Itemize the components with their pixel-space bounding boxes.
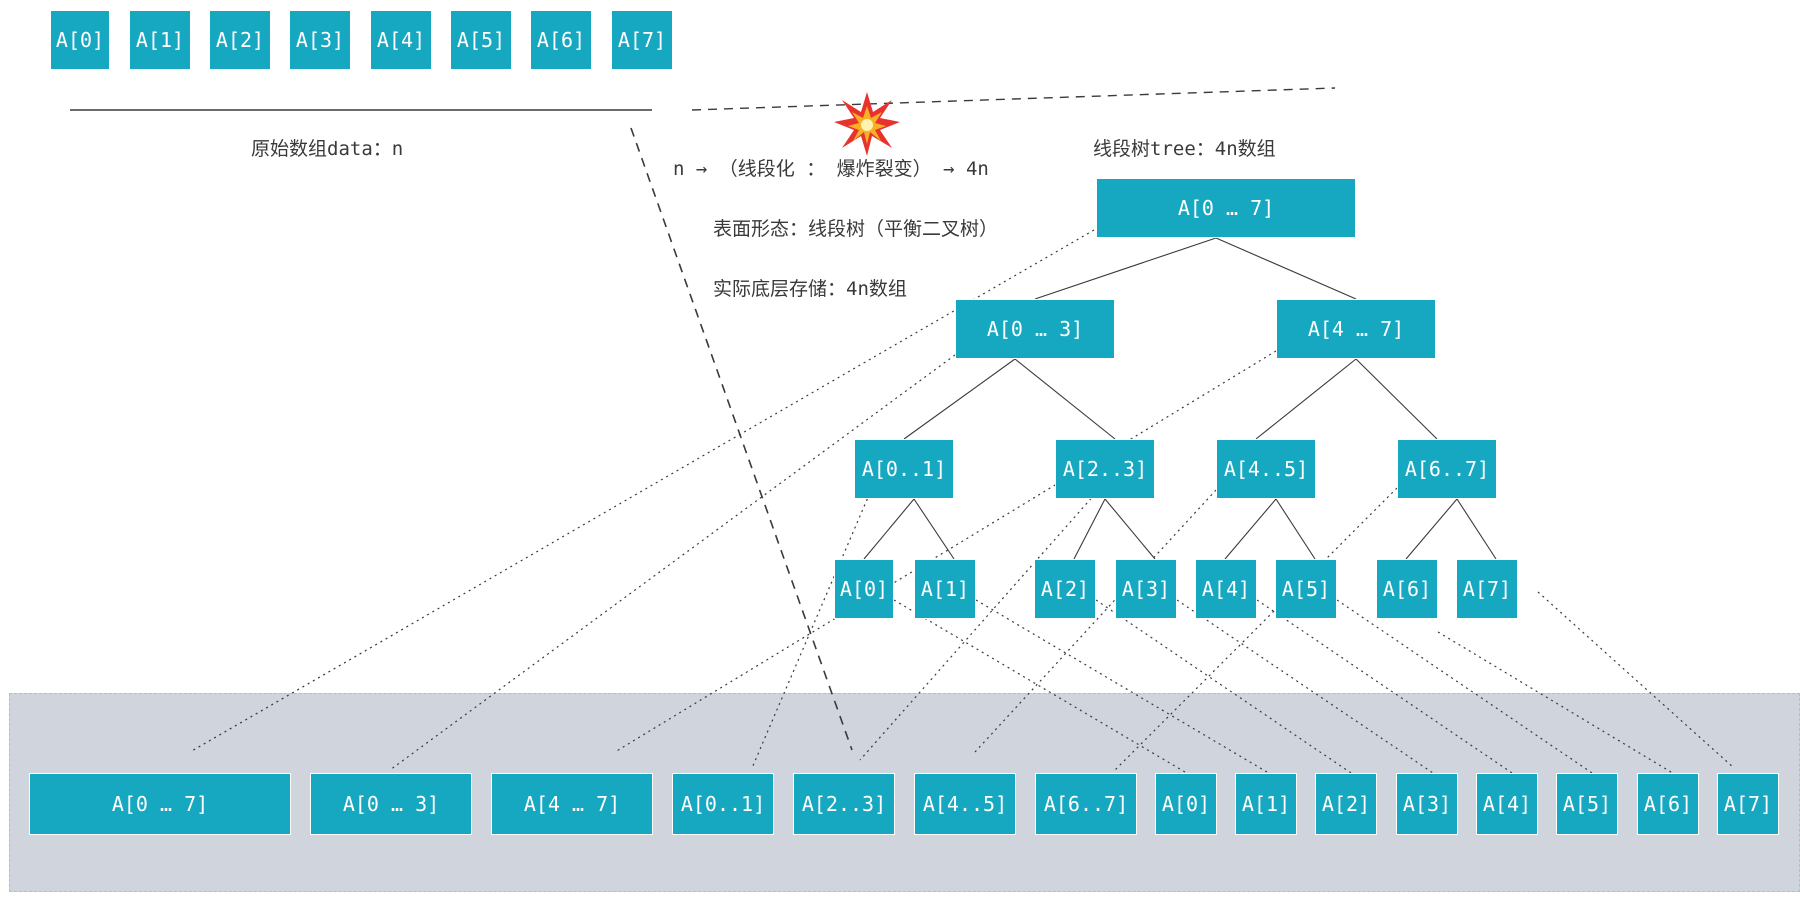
mapping-dotted-line (614, 350, 1277, 753)
tree-leaf-node: A[7] (1456, 559, 1518, 619)
original-cell: A[3] (289, 10, 351, 70)
tree-edge (1456, 498, 1497, 560)
tree-edge (1405, 498, 1458, 560)
storage-cell: A[2..3] (793, 773, 895, 835)
mapping-dotted-line (751, 487, 873, 769)
storage-cell: A[1] (1235, 773, 1297, 835)
mapping-dotted-line (1256, 599, 1516, 776)
original-array-caption: 原始数组data：n (251, 138, 404, 160)
mapping-dotted-line (1537, 591, 1735, 769)
tree-edge (1224, 498, 1277, 560)
storage-cell: A[3] (1396, 773, 1458, 835)
storage-cell: A[5] (1556, 773, 1618, 835)
tree-leaf-node: A[4] (1195, 559, 1257, 619)
storage-cell: A[0 … 3] (310, 773, 472, 835)
tree-level2-node: A[6..7] (1397, 439, 1497, 499)
tree-root-node: A[0 … 7] (1096, 178, 1356, 238)
tree-edge (1034, 237, 1217, 300)
mapping-dotted-line (1176, 599, 1437, 776)
storage-cell: A[4 … 7] (491, 773, 653, 835)
transform-formula: n → （线段化 ： 爆炸裂变） → 4n (673, 158, 989, 180)
storage-cell: A[0..1] (672, 773, 774, 835)
original-cell: A[1] (129, 10, 191, 70)
storage-cell: A[4] (1476, 773, 1538, 835)
tree-leaf-node: A[1] (914, 559, 976, 619)
tree-edge (1104, 498, 1156, 560)
tree-leaf-node: A[3] (1115, 559, 1177, 619)
mapping-dotted-line (974, 489, 1217, 753)
tree-leaf-node: A[6] (1376, 559, 1438, 619)
storage-cell: A[6..7] (1035, 773, 1137, 835)
original-cell: A[7] (611, 10, 673, 70)
tree-level2-node: A[2..3] (1055, 439, 1155, 499)
original-cell: A[6] (530, 10, 592, 70)
tree-edge (1255, 358, 1357, 440)
storage-cell: A[4..5] (914, 773, 1016, 835)
tree-level2-node: A[0..1] (854, 439, 954, 499)
divider-dashed-line (691, 87, 1336, 111)
storage-cell: A[7] (1717, 773, 1779, 835)
tree-level1-node: A[0 … 3] (955, 299, 1115, 359)
original-cell: A[0] (50, 10, 110, 70)
storage-cell: A[2] (1315, 773, 1377, 835)
storage-note: 实际底层存储：4n数组 (713, 278, 907, 300)
original-cell: A[4] (370, 10, 432, 70)
tree-leaf-node: A[5] (1275, 559, 1337, 619)
explosion-icon (834, 92, 900, 156)
tree-caption: 线段树tree：4n数组 (1093, 138, 1276, 160)
mapping-dotted-line (1114, 487, 1398, 771)
tree-edge (1215, 237, 1357, 300)
tree-leaf-node: A[2] (1034, 559, 1096, 619)
tree-edge (1355, 358, 1438, 440)
tree-edge (913, 498, 955, 560)
storage-cell: A[6] (1637, 773, 1699, 835)
tree-edge (1073, 498, 1106, 560)
mapping-dotted-line (1095, 599, 1355, 776)
tree-edge (863, 498, 915, 560)
original-cell: A[5] (450, 10, 512, 70)
tree-leaf-node: A[0] (834, 559, 894, 619)
tree-level2-node: A[4..5] (1216, 439, 1316, 499)
mapping-dotted-line (859, 493, 1096, 761)
mapping-dotted-line (893, 599, 1191, 776)
original-cell: A[2] (209, 10, 271, 70)
storage-cell: A[0 … 7] (29, 773, 291, 835)
mapping-dotted-line (1336, 599, 1596, 776)
tree-edge (1014, 358, 1116, 440)
tree-level1-node: A[4 … 7] (1276, 299, 1436, 359)
surface-form-note: 表面形态：线段树（平衡二叉树） (713, 218, 999, 240)
tree-edge (1275, 498, 1316, 560)
storage-cell: A[0] (1155, 773, 1217, 835)
mapping-dotted-line (975, 599, 1273, 776)
tree-edge (903, 358, 1016, 440)
mapping-dotted-line (1437, 631, 1677, 776)
